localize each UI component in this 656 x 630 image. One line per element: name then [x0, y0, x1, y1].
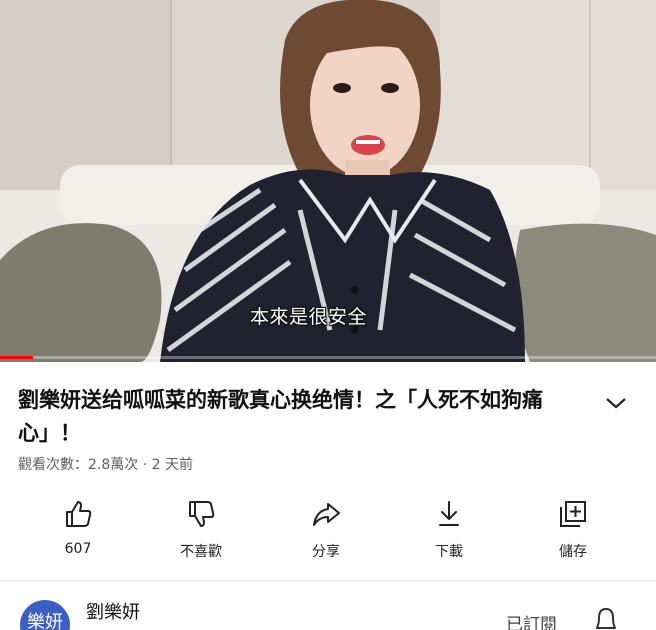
channel-avatar[interactable]: 樂妍: [20, 600, 70, 630]
video-progress-fill: [0, 356, 33, 359]
like-button[interactable]: 607: [33, 495, 123, 575]
video-title[interactable]: 劉樂妍送给呱呱菜的新歌真心换绝情！之「人死不如狗痛心」！: [18, 384, 588, 450]
video-metadata: 觀看次數：2.8萬次 · 2 天前: [18, 457, 193, 473]
share-icon: [313, 503, 340, 526]
like-count: 607: [64, 541, 92, 557]
share-button[interactable]: 分享: [281, 495, 371, 575]
download-icon: [439, 501, 459, 526]
download-label: 下載: [435, 544, 463, 560]
chevron-down-icon[interactable]: [604, 394, 628, 412]
save-button[interactable]: 儲存: [528, 495, 618, 575]
divider: [0, 580, 656, 581]
dislike-label: 不喜歡: [180, 544, 222, 560]
download-button[interactable]: 下載: [404, 495, 494, 575]
thumbs-down-icon: [189, 501, 215, 527]
thumbs-up-icon: [66, 501, 92, 527]
save-to-playlist-icon: [560, 501, 586, 527]
video-subtitle: 本來是很安全: [250, 306, 368, 328]
video-player[interactable]: 本來是很安全: [0, 0, 656, 362]
subscribed-button[interactable]: 已訂閱: [506, 610, 557, 630]
action-bar: 607 不喜歡 分享 下載 儲存: [0, 495, 656, 575]
video-progress-bar[interactable]: [0, 356, 656, 359]
save-label: 儲存: [559, 544, 587, 560]
dislike-button[interactable]: 不喜歡: [156, 495, 246, 575]
share-label: 分享: [312, 544, 340, 560]
bell-icon[interactable]: [592, 604, 620, 630]
channel-name[interactable]: 劉樂妍: [86, 598, 140, 624]
